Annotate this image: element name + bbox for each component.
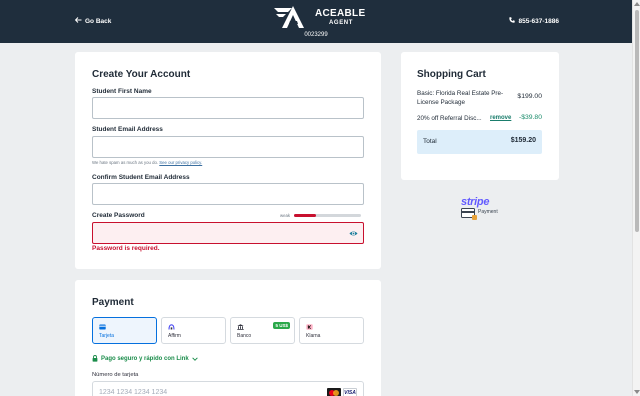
order-id: 0023299: [304, 32, 328, 38]
payment-method-affirm[interactable]: Affirm: [161, 317, 226, 344]
link-pay-row[interactable]: Pago seguro y rápido con Link: [92, 355, 198, 362]
remove-discount-link[interactable]: remove: [490, 115, 511, 121]
stripe-payment-label: Payment: [478, 209, 498, 215]
shopping-cart-card: Shopping Cart Basic: Florida Real Estate…: [401, 52, 559, 180]
card-brand-logos: VISA: [327, 388, 357, 396]
mastercard-icon: [327, 388, 341, 396]
payment-method-card[interactable]: Tarjeta: [92, 317, 157, 344]
go-back-link[interactable]: Go Back: [74, 17, 112, 25]
cart-item-name-line2: License Package: [417, 99, 465, 107]
lock-icon: [92, 355, 98, 362]
card-number-placeholder: 1234 1234 1234 1234: [99, 389, 168, 396]
arrow-left-icon: [74, 17, 82, 25]
card-number-label: Número de tarjeta: [92, 372, 139, 378]
aceable-logo-mark-icon: [274, 6, 304, 28]
total-label: Total: [423, 138, 437, 145]
confirm-email-input[interactable]: [92, 183, 364, 205]
cart-item-name-line1: Basic: Florida Real Estate Pre-: [417, 90, 504, 97]
create-account-card: Create Your Account Student First Name S…: [75, 52, 381, 269]
payment-card: Payment Tarjeta Affirm Banco 5 US$ Klarn…: [75, 280, 381, 396]
payment-method-label: Affirm: [168, 333, 181, 339]
cart-total-box: Total $159.20: [417, 130, 542, 154]
page-scrollbar[interactable]: [632, 0, 640, 396]
phone-number: 855-637-1886: [518, 17, 559, 25]
payment-method-label: Banco: [237, 333, 252, 339]
eye-icon[interactable]: [349, 229, 358, 238]
password-label: Create Password: [92, 212, 145, 219]
payment-title: Payment: [92, 297, 134, 308]
email-label: Student Email Address: [92, 126, 163, 133]
card-number-input[interactable]: 1234 1234 1234 1234 VISA: [92, 381, 364, 396]
go-back-label: Go Back: [85, 17, 112, 25]
password-error: Password is required.: [92, 245, 160, 252]
strength-track: [294, 214, 362, 217]
klarna-icon: [306, 324, 313, 330]
cart-title: Shopping Cart: [417, 69, 486, 80]
aceable-agent-logo[interactable]: ACEABLE AGENT: [274, 6, 365, 28]
privacy-policy-link[interactable]: See our privacy policy.: [159, 160, 202, 165]
chevron-down-icon: [191, 356, 198, 361]
cart-item-price: $199.00: [517, 93, 542, 100]
payment-method-klarna[interactable]: Klarna: [299, 317, 364, 344]
strength-fill: [294, 214, 317, 217]
logo-line1: ACEABLE: [315, 7, 366, 19]
link-pay-text: Pago seguro y rápido con Link: [101, 355, 189, 362]
strength-label: weak: [280, 213, 291, 218]
payment-method-label: Klarna: [306, 333, 321, 339]
discount-name: 20% off Referral Disc...: [417, 115, 482, 122]
stripe-logo: stripe: [461, 196, 490, 208]
password-field[interactable]: [92, 222, 364, 244]
stripe-payment-badge: stripe Payment: [461, 196, 507, 222]
card-icon: [99, 324, 106, 330]
logo-line2: AGENT: [329, 19, 353, 26]
cart-item-name: Basic: Florida Real Estate Pre- License …: [417, 89, 503, 107]
bank-discount-badge: 5 US$: [273, 322, 290, 329]
email-input[interactable]: [92, 136, 364, 158]
payment-method-bank[interactable]: Banco 5 US$: [230, 317, 295, 344]
bank-icon: [237, 324, 244, 330]
phone-icon: [508, 17, 515, 25]
account-title: Create Your Account: [92, 69, 191, 80]
visa-icon: VISA: [343, 388, 357, 396]
payment-method-tabs: Tarjeta Affirm Banco 5 US$ Klarna: [92, 317, 364, 344]
lock-icon: [472, 215, 477, 220]
scroll-up-arrow-icon[interactable]: [634, 2, 640, 6]
total-value: $159.20: [510, 137, 536, 144]
top-header: Go Back ACEABLE AGENT 0023299 855-637-18…: [0, 0, 632, 43]
first-name-label: Student First Name: [92, 88, 152, 95]
first-name-input[interactable]: [92, 97, 364, 119]
discount-price: -$39.80: [518, 114, 542, 121]
affirm-icon: [168, 324, 175, 330]
scroll-down-arrow-icon[interactable]: [634, 390, 640, 394]
phone-link[interactable]: 855-637-1886: [508, 17, 559, 25]
payment-method-label: Tarjeta: [99, 333, 115, 339]
password-strength-meter: weak: [280, 213, 362, 218]
scroll-thumb[interactable]: [635, 10, 639, 232]
email-hint-text: We hate spam as much as you do.: [92, 160, 159, 165]
confirm-email-label: Confirm Student Email Address: [92, 174, 190, 181]
email-hint: We hate spam as much as you do. See our …: [92, 160, 202, 165]
